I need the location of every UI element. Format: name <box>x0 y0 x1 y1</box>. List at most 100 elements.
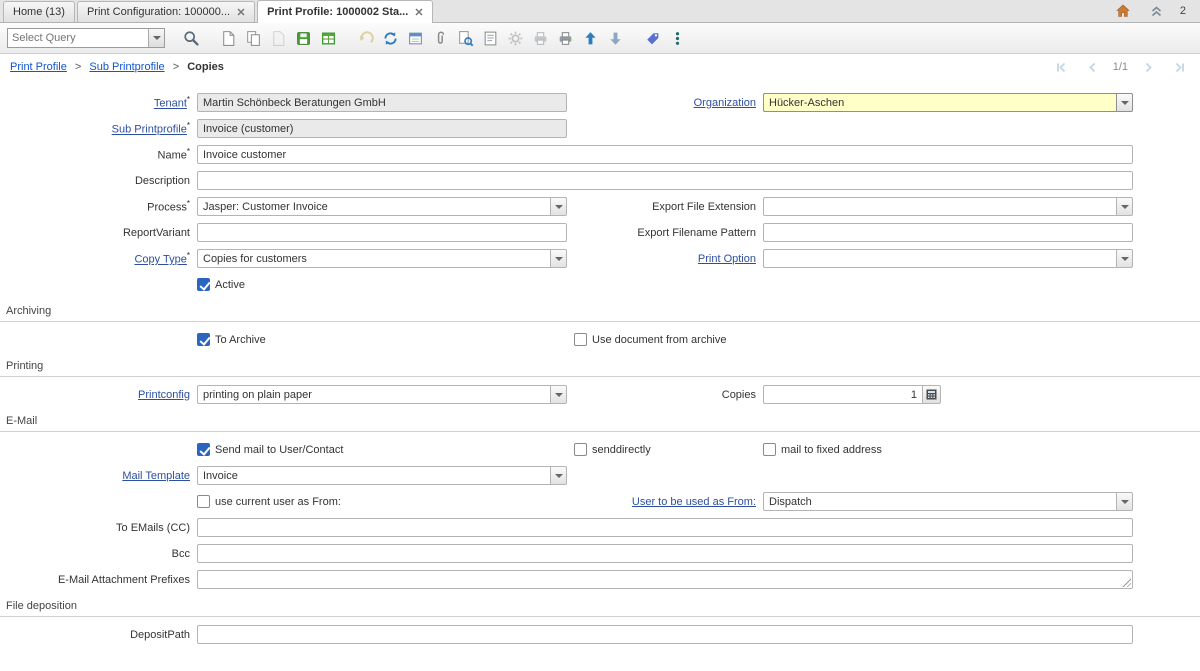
active-checkbox[interactable]: Active <box>197 278 567 291</box>
tenant-label[interactable]: Tenant* <box>0 95 190 110</box>
senddirectly-checkbox[interactable]: senddirectly <box>574 443 756 456</box>
mail-template-dropdown-button[interactable] <box>550 466 567 485</box>
export-file-extension-combo[interactable] <box>763 197 1133 216</box>
print-button[interactable] <box>554 27 576 49</box>
process-combo[interactable]: Jasper: Customer Invoice <box>197 197 567 216</box>
select-query-input[interactable] <box>8 29 148 47</box>
export-filename-pattern-field[interactable] <box>763 223 1133 242</box>
attachment-button[interactable] <box>429 27 451 49</box>
mail-template-value[interactable]: Invoice <box>197 466 550 485</box>
close-tab-button[interactable] <box>237 8 245 16</box>
print-option-dropdown-button[interactable] <box>1116 249 1133 268</box>
label-tag-icon <box>644 30 661 47</box>
mail-template-combo[interactable]: Invoice <box>197 466 567 485</box>
copy-type-dropdown-button[interactable] <box>550 249 567 268</box>
process-dropdown-button[interactable] <box>550 197 567 216</box>
breadcrumb-separator: > <box>173 61 179 73</box>
tab-home[interactable]: Home (13) <box>3 1 75 22</box>
organization-dropdown-button[interactable] <box>1116 93 1133 112</box>
chevron-down-icon <box>1121 101 1129 105</box>
mail-template-label[interactable]: Mail Template <box>0 470 190 482</box>
tab-label: Print Profile: 1000002 Sta... <box>267 6 408 18</box>
print-option-label[interactable]: Print Option <box>574 253 756 265</box>
save-button[interactable] <box>292 27 314 49</box>
checkbox-box-icon <box>197 495 210 508</box>
print-option-value[interactable] <box>763 249 1116 268</box>
zoom-across-button[interactable] <box>454 27 476 49</box>
depositpath-field[interactable] <box>197 625 1133 644</box>
new-record-button[interactable] <box>217 27 239 49</box>
first-record-button[interactable] <box>1051 56 1073 78</box>
form-row: Printconfig printing on plain paper Copi… <box>0 385 1200 404</box>
export-file-extension-value[interactable] <box>763 197 1116 216</box>
last-record-button[interactable] <box>1168 56 1190 78</box>
import-button[interactable] <box>604 27 626 49</box>
collapse-header-button[interactable] <box>1146 0 1168 22</box>
notification-count[interactable]: 2 <box>1180 5 1186 17</box>
close-tab-button[interactable] <box>415 8 423 16</box>
to-emails-cc-field[interactable] <box>197 518 1133 537</box>
bcc-field[interactable] <box>197 544 1133 563</box>
printconfig-combo[interactable]: printing on plain paper <box>197 385 567 404</box>
copy-type-combo[interactable]: Copies for customers <box>197 249 567 268</box>
name-field[interactable]: Invoice customer <box>197 145 1133 164</box>
requery-button[interactable] <box>379 27 401 49</box>
report-window-button[interactable] <box>404 27 426 49</box>
email-attachment-prefixes-field[interactable] <box>197 570 1133 589</box>
use-document-from-archive-checkbox-label: Use document from archive <box>592 334 727 346</box>
organization-value[interactable]: Hücker-Aschen <box>763 93 1116 112</box>
tab-print-profile[interactable]: Print Profile: 1000002 Sta... <box>257 0 433 23</box>
requery-icon <box>382 30 399 47</box>
export-file-extension-dropdown-button[interactable] <box>1116 197 1133 216</box>
resize-handle-icon[interactable] <box>1121 577 1131 587</box>
tab-print-configuration[interactable]: Print Configuration: 100000... <box>77 1 255 22</box>
main-toolbar <box>0 23 1200 54</box>
breadcrumb-row: Print Profile > Sub Printprofile > Copie… <box>0 54 1200 80</box>
form-row: Name* Invoice customer <box>0 145 1200 164</box>
user-to-be-used-as-from-label[interactable]: User to be used as From: <box>574 496 756 508</box>
description-label: Description <box>0 175 190 187</box>
organization-combo[interactable]: Hücker-Aschen <box>763 93 1133 112</box>
record-navigation: 1/1 <box>1051 56 1190 78</box>
copy-type-value[interactable]: Copies for customers <box>197 249 550 268</box>
toggle-grid-button[interactable] <box>317 27 339 49</box>
user-to-be-used-as-from-combo[interactable]: Dispatch <box>763 492 1133 511</box>
form-row: ReportVariant Export Filename Pattern <box>0 223 1200 242</box>
attachment-icon <box>432 30 449 47</box>
checkbox-box-icon <box>197 443 210 456</box>
export-button[interactable] <box>579 27 601 49</box>
print-option-combo[interactable] <box>763 249 1133 268</box>
sub-printprofile-label[interactable]: Sub Printprofile* <box>0 121 190 136</box>
organization-label[interactable]: Organization <box>574 97 756 109</box>
breadcrumb-print-profile[interactable]: Print Profile <box>10 61 67 73</box>
notes-button[interactable] <box>479 27 501 49</box>
copies-field[interactable]: 1 <box>763 385 923 404</box>
label-button[interactable] <box>641 27 663 49</box>
user-to-be-used-as-from-value[interactable]: Dispatch <box>763 492 1116 511</box>
copy-record-button[interactable] <box>242 27 264 49</box>
to-archive-checkbox[interactable]: To Archive <box>197 333 567 346</box>
use-document-from-archive-checkbox[interactable]: Use document from archive <box>574 333 756 346</box>
process-value[interactable]: Jasper: Customer Invoice <box>197 197 550 216</box>
printconfig-value[interactable]: printing on plain paper <box>197 385 550 404</box>
description-field[interactable] <box>197 171 1133 190</box>
printconfig-label[interactable]: Printconfig <box>0 389 190 401</box>
calculator-button[interactable] <box>923 385 941 404</box>
more-options-button[interactable] <box>666 27 688 49</box>
close-icon <box>415 8 423 16</box>
select-query-dropdown-button[interactable] <box>148 29 164 47</box>
mail-to-fixed-address-checkbox[interactable]: mail to fixed address <box>763 443 1133 456</box>
breadcrumb-sub-printprofile[interactable]: Sub Printprofile <box>89 61 164 73</box>
user-to-be-used-as-from-dropdown-button[interactable] <box>1116 492 1133 511</box>
home-button[interactable] <box>1112 0 1134 22</box>
send-mail-to-user-checkbox[interactable]: Send mail to User/Contact <box>197 443 567 456</box>
copy-type-label[interactable]: Copy Type* <box>0 251 190 266</box>
printconfig-dropdown-button[interactable] <box>550 385 567 404</box>
form-row: Copy Type* Copies for customers Print Op… <box>0 249 1200 268</box>
reportvariant-field[interactable] <box>197 223 567 242</box>
use-current-user-as-from-checkbox[interactable]: use current user as From: <box>197 495 567 508</box>
next-record-button[interactable] <box>1137 56 1159 78</box>
previous-record-button[interactable] <box>1082 56 1104 78</box>
find-button[interactable] <box>180 27 202 49</box>
print-preview-button[interactable] <box>529 27 551 49</box>
